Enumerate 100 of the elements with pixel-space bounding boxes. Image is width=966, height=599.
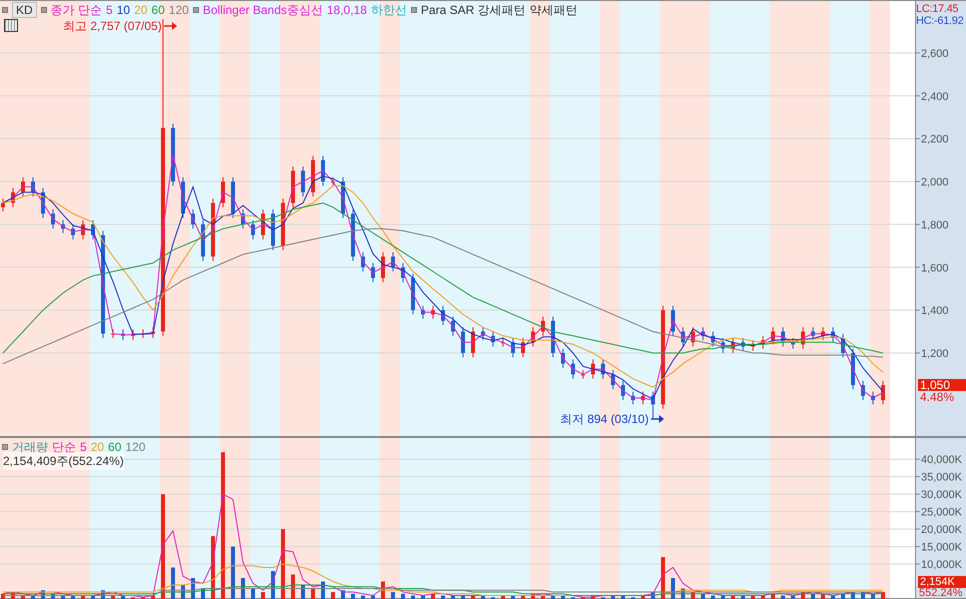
candlestick <box>841 333 845 358</box>
candlestick <box>631 391 635 405</box>
axis-tick-label: 2,600 <box>921 48 949 60</box>
axis-tick-label: 20,000K <box>921 524 962 536</box>
candlestick <box>571 358 575 380</box>
legend-label: 10 <box>116 2 130 19</box>
candlestick <box>641 391 645 405</box>
candlestick <box>51 208 55 230</box>
volume-summary: 2,154,409주(552.24%) <box>3 452 124 470</box>
candlestick <box>441 305 445 326</box>
candlestick <box>771 326 775 345</box>
candlestick <box>1 198 5 212</box>
candlestick <box>21 176 25 198</box>
candlestick <box>481 326 485 341</box>
legend-label: 하한선 <box>370 2 407 19</box>
legend-label: 120 <box>125 439 146 456</box>
candlestick <box>411 273 415 315</box>
candlestick <box>41 187 45 218</box>
candlestick <box>811 326 815 341</box>
axis-tick-label: 1,800 <box>921 219 949 232</box>
candlestick <box>831 326 835 343</box>
axis-tick-label: 1,600 <box>921 262 949 274</box>
candlestick <box>581 370 585 380</box>
candlestick <box>491 331 495 348</box>
grid-icon <box>4 19 18 32</box>
axis-tick-label: 1,200 <box>921 348 949 360</box>
price-tag: 1,050 <box>918 379 966 391</box>
candlestick <box>31 176 35 198</box>
candlestick <box>61 220 65 234</box>
axis-tick-label: 2,200 <box>921 134 949 146</box>
candlestick <box>611 370 615 390</box>
candlestick <box>721 337 725 354</box>
axis-tick-label: 25,000K <box>921 506 962 519</box>
candlestick <box>291 166 295 208</box>
legend-bullet-icon <box>2 444 8 450</box>
candlestick <box>141 328 145 338</box>
legend-label: Bollinger Bands중심선 <box>202 2 323 19</box>
candlestick <box>671 305 675 336</box>
candlestick <box>361 252 365 272</box>
candlestick <box>621 380 625 401</box>
candlestick <box>351 208 355 262</box>
legend-bullet-icon <box>2 7 8 13</box>
indicator-button[interactable]: KD <box>12 2 37 18</box>
candlestick <box>201 220 205 262</box>
candlestick <box>91 220 95 240</box>
axis-tick-label: 1,400 <box>921 305 949 318</box>
candlestick <box>541 316 545 336</box>
volume-change: 552.24% <box>919 588 962 599</box>
candlestick <box>231 176 235 218</box>
candlestick <box>461 326 465 358</box>
candlestick <box>221 176 225 208</box>
candlestick <box>751 340 755 352</box>
candlestick <box>271 208 275 251</box>
legend-label: Para SAR 강세패턴 <box>420 2 526 19</box>
axis-tick-label: 2,000 <box>921 176 949 189</box>
candlestick <box>181 176 185 218</box>
legend-label: 20 <box>134 2 148 19</box>
axis-tick-label: 40,000K <box>921 454 962 466</box>
candlestick <box>151 326 155 338</box>
axis-tick-label: 35,000K <box>921 472 962 484</box>
candlestick <box>851 348 855 390</box>
price-change: 4.48% <box>920 391 954 403</box>
candlestick <box>591 358 595 380</box>
candlestick <box>251 220 255 240</box>
candlestick <box>11 187 15 208</box>
candlestick <box>371 262 375 283</box>
axis-tick-label: 10,000K <box>921 559 962 572</box>
candlestick <box>321 155 325 186</box>
candlestick <box>451 316 455 336</box>
candlestick <box>801 326 805 350</box>
candlestick <box>711 331 715 348</box>
candlestick <box>761 335 765 350</box>
candlestick <box>401 262 405 283</box>
candlestick <box>471 326 475 358</box>
axis-tick-label: 2,400 <box>921 90 949 103</box>
legend-label: 60 <box>151 2 165 19</box>
candlestick <box>111 328 115 338</box>
candlestick <box>781 326 785 348</box>
candlestick <box>531 326 535 348</box>
candlestick <box>301 166 305 198</box>
axis-tick-label: 15,000K <box>921 542 962 554</box>
candlestick <box>391 252 395 272</box>
candlestick <box>741 337 745 352</box>
legend-label: 약세패턴 <box>530 2 578 19</box>
candlestick <box>861 380 865 401</box>
candlestick <box>331 176 335 186</box>
candlestick <box>191 208 195 230</box>
axis-tick-label: 30,000K <box>921 489 962 502</box>
candlestick <box>871 391 875 405</box>
candlestick <box>691 326 695 348</box>
candlestick <box>71 224 75 240</box>
candlestick <box>171 123 175 186</box>
candlestick <box>701 326 705 341</box>
candlestick <box>421 305 425 320</box>
candlestick <box>601 358 605 380</box>
candlestick <box>311 155 315 198</box>
arrow-icon <box>650 414 665 424</box>
candlestick <box>211 198 215 262</box>
candlestick <box>561 348 565 368</box>
candlestick <box>121 328 125 341</box>
